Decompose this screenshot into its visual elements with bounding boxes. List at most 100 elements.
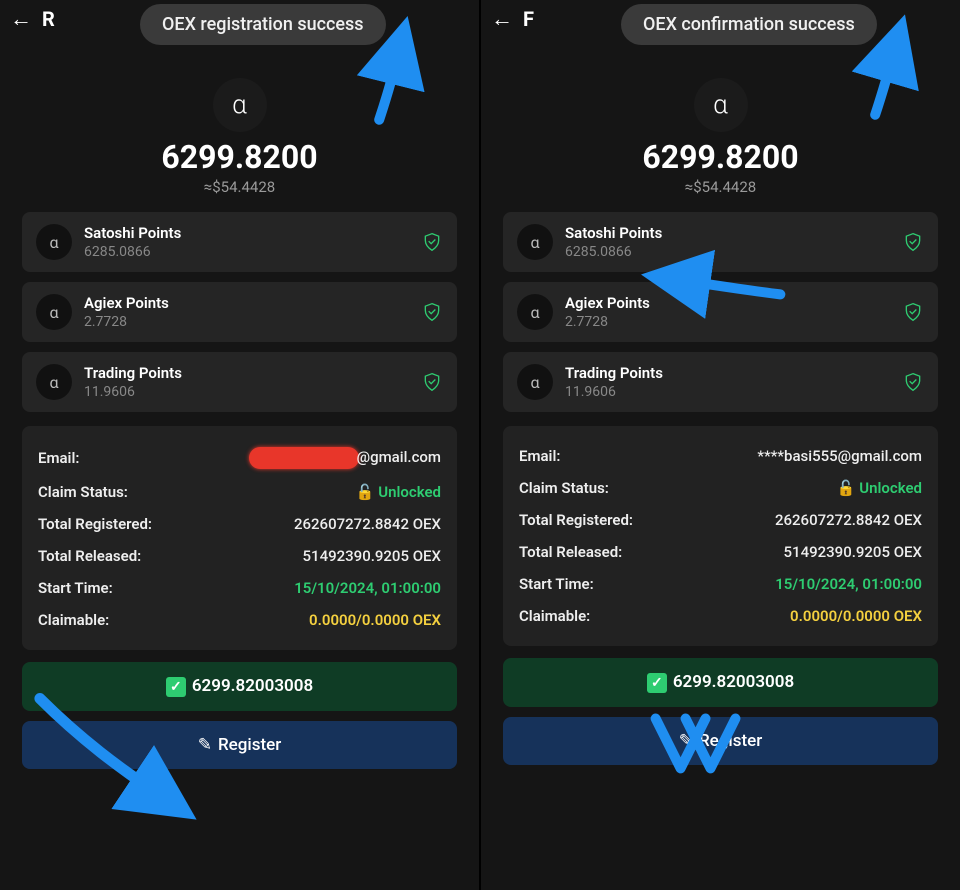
- points-card-trading[interactable]: α Trading Points 11.9606: [503, 352, 938, 412]
- row-total-released: Total Released: 51492390.9205 OEX: [38, 540, 441, 572]
- topbar: ← F OEX confirmation success: [481, 0, 960, 38]
- value-claim: 🔓Unlocked: [837, 479, 922, 497]
- shield-check-icon: [902, 231, 924, 253]
- confirmed-amount: 6299.82003008: [192, 676, 313, 696]
- coin-logo-icon: α: [694, 78, 748, 132]
- check-icon: ✓: [166, 677, 186, 697]
- row-start-time: Start Time: 15/10/2024, 01:00:00: [519, 568, 922, 600]
- coin-mini-icon: α: [517, 364, 553, 400]
- label-claim: Claim Status:: [519, 479, 609, 497]
- row-claim-status: Claim Status: 🔓Unlocked: [519, 472, 922, 504]
- back-arrow-icon[interactable]: ←: [491, 6, 513, 32]
- card-value: 2.7728: [84, 314, 409, 330]
- phone-left: ← R OEX registration success α 6299.8200…: [0, 0, 479, 890]
- shield-check-icon: [902, 301, 924, 323]
- points-card-satoshi[interactable]: α Satoshi Points 6285.0866: [22, 212, 457, 272]
- confirmed-amount: 6299.82003008: [673, 672, 794, 692]
- coin-mini-icon: α: [36, 294, 72, 330]
- label-totalrel: Total Released:: [38, 547, 141, 565]
- shield-check-icon: [421, 231, 443, 253]
- label-totalrel: Total Released:: [519, 543, 622, 561]
- register-button[interactable]: ✎Register: [22, 721, 457, 769]
- row-total-registered: Total Registered: 262607272.8842 OEX: [38, 508, 441, 540]
- label-start: Start Time:: [519, 575, 594, 593]
- coin-mini-icon: α: [517, 224, 553, 260]
- row-total-released: Total Released: 51492390.9205 OEX: [519, 536, 922, 568]
- confirmed-amount-box: ✓ 6299.82003008: [503, 658, 938, 707]
- row-email: Email: ****basi555@gmail.com: [519, 440, 922, 472]
- row-claimable: Claimable: 0.0000/0.0000 OEX: [519, 600, 922, 632]
- shield-check-icon: [421, 301, 443, 323]
- value-claim: 🔓Unlocked: [356, 483, 441, 501]
- lock-open-icon: 🔓: [356, 483, 375, 501]
- balance-section: α 6299.8200 ≈$54.4428: [481, 78, 960, 196]
- row-claim-status: Claim Status: 🔓Unlocked: [38, 476, 441, 508]
- row-total-registered: Total Registered: 262607272.8842 OEX: [519, 504, 922, 536]
- phone-right: ← F OEX confirmation success α 6299.8200…: [479, 0, 960, 890]
- label-claimable: Claimable:: [38, 611, 109, 629]
- back-arrow-icon[interactable]: ←: [10, 6, 32, 32]
- topbar: ← R OEX registration success: [0, 0, 479, 38]
- pen-icon: ✎: [198, 735, 212, 755]
- label-claim: Claim Status:: [38, 483, 128, 501]
- card-title: Satoshi Points: [84, 224, 409, 242]
- detail-box: Email: ****basi555@gmail.com Claim Statu…: [503, 426, 938, 646]
- row-start-time: Start Time: 15/10/2024, 01:00:00: [38, 572, 441, 604]
- value-totalrel: 51492390.9205 OEX: [303, 547, 441, 565]
- value-totalreg: 262607272.8842 OEX: [775, 511, 922, 529]
- label-email: Email:: [519, 447, 560, 465]
- lock-open-icon: 🔓: [837, 479, 856, 497]
- register-button[interactable]: ✎Register: [503, 717, 938, 765]
- label-totalreg: Total Registered:: [38, 515, 152, 533]
- value-totalrel: 51492390.9205 OEX: [784, 543, 922, 561]
- toast-message: OEX confirmation success: [621, 4, 877, 45]
- coin-logo-icon: α: [213, 78, 267, 132]
- points-list: α Satoshi Points 6285.0866 α Agiex Point…: [0, 196, 479, 412]
- balance-usd: ≈$54.4428: [20, 178, 459, 196]
- page-title-peek: R: [42, 7, 55, 31]
- pen-icon: ✎: [679, 731, 693, 751]
- balance-usd: ≈$54.4428: [501, 178, 940, 196]
- shield-check-icon: [421, 371, 443, 393]
- confirmed-amount-box: ✓ 6299.82003008: [22, 662, 457, 711]
- value-claimable: 0.0000/0.0000 OEX: [309, 611, 441, 629]
- detail-box: Email: @gmail.com Claim Status: 🔓Unlocke…: [22, 426, 457, 650]
- row-claimable: Claimable: 0.0000/0.0000 OEX: [38, 604, 441, 636]
- balance-section: α 6299.8200 ≈$54.4428: [0, 78, 479, 196]
- points-card-satoshi[interactable]: α Satoshi Points 6285.0866: [503, 212, 938, 272]
- coin-mini-icon: α: [36, 364, 72, 400]
- value-start: 15/10/2024, 01:00:00: [775, 575, 922, 593]
- value-start: 15/10/2024, 01:00:00: [294, 579, 441, 597]
- card-title: Trading Points: [565, 364, 890, 382]
- label-email: Email:: [38, 449, 79, 467]
- value-totalreg: 262607272.8842 OEX: [294, 515, 441, 533]
- check-icon: ✓: [647, 673, 667, 693]
- card-title: Trading Points: [84, 364, 409, 382]
- balance-amount: 6299.8200: [501, 138, 940, 176]
- label-start: Start Time:: [38, 579, 113, 597]
- value-email: @gmail.com: [249, 447, 441, 469]
- label-claimable: Claimable:: [519, 607, 590, 625]
- card-title: Satoshi Points: [565, 224, 890, 242]
- points-list: α Satoshi Points 6285.0866 α Agiex Point…: [481, 196, 960, 412]
- value-email: ****basi555@gmail.com: [757, 447, 922, 465]
- label-totalreg: Total Registered:: [519, 511, 633, 529]
- card-title: Agiex Points: [84, 294, 409, 312]
- card-value: 6285.0866: [565, 244, 890, 260]
- toast-message: OEX registration success: [140, 4, 386, 45]
- card-value: 2.7728: [565, 314, 890, 330]
- card-value: 6285.0866: [84, 244, 409, 260]
- points-card-agiex[interactable]: α Agiex Points 2.7728: [22, 282, 457, 342]
- points-card-trading[interactable]: α Trading Points 11.9606: [22, 352, 457, 412]
- coin-mini-icon: α: [517, 294, 553, 330]
- page-title-peek: F: [523, 7, 534, 31]
- card-value: 11.9606: [84, 384, 409, 400]
- coin-mini-icon: α: [36, 224, 72, 260]
- balance-amount: 6299.8200: [20, 138, 459, 176]
- card-title: Agiex Points: [565, 294, 890, 312]
- shield-check-icon: [902, 371, 924, 393]
- redaction-mark: [249, 447, 359, 469]
- points-card-agiex[interactable]: α Agiex Points 2.7728: [503, 282, 938, 342]
- row-email: Email: @gmail.com: [38, 440, 441, 476]
- card-value: 11.9606: [565, 384, 890, 400]
